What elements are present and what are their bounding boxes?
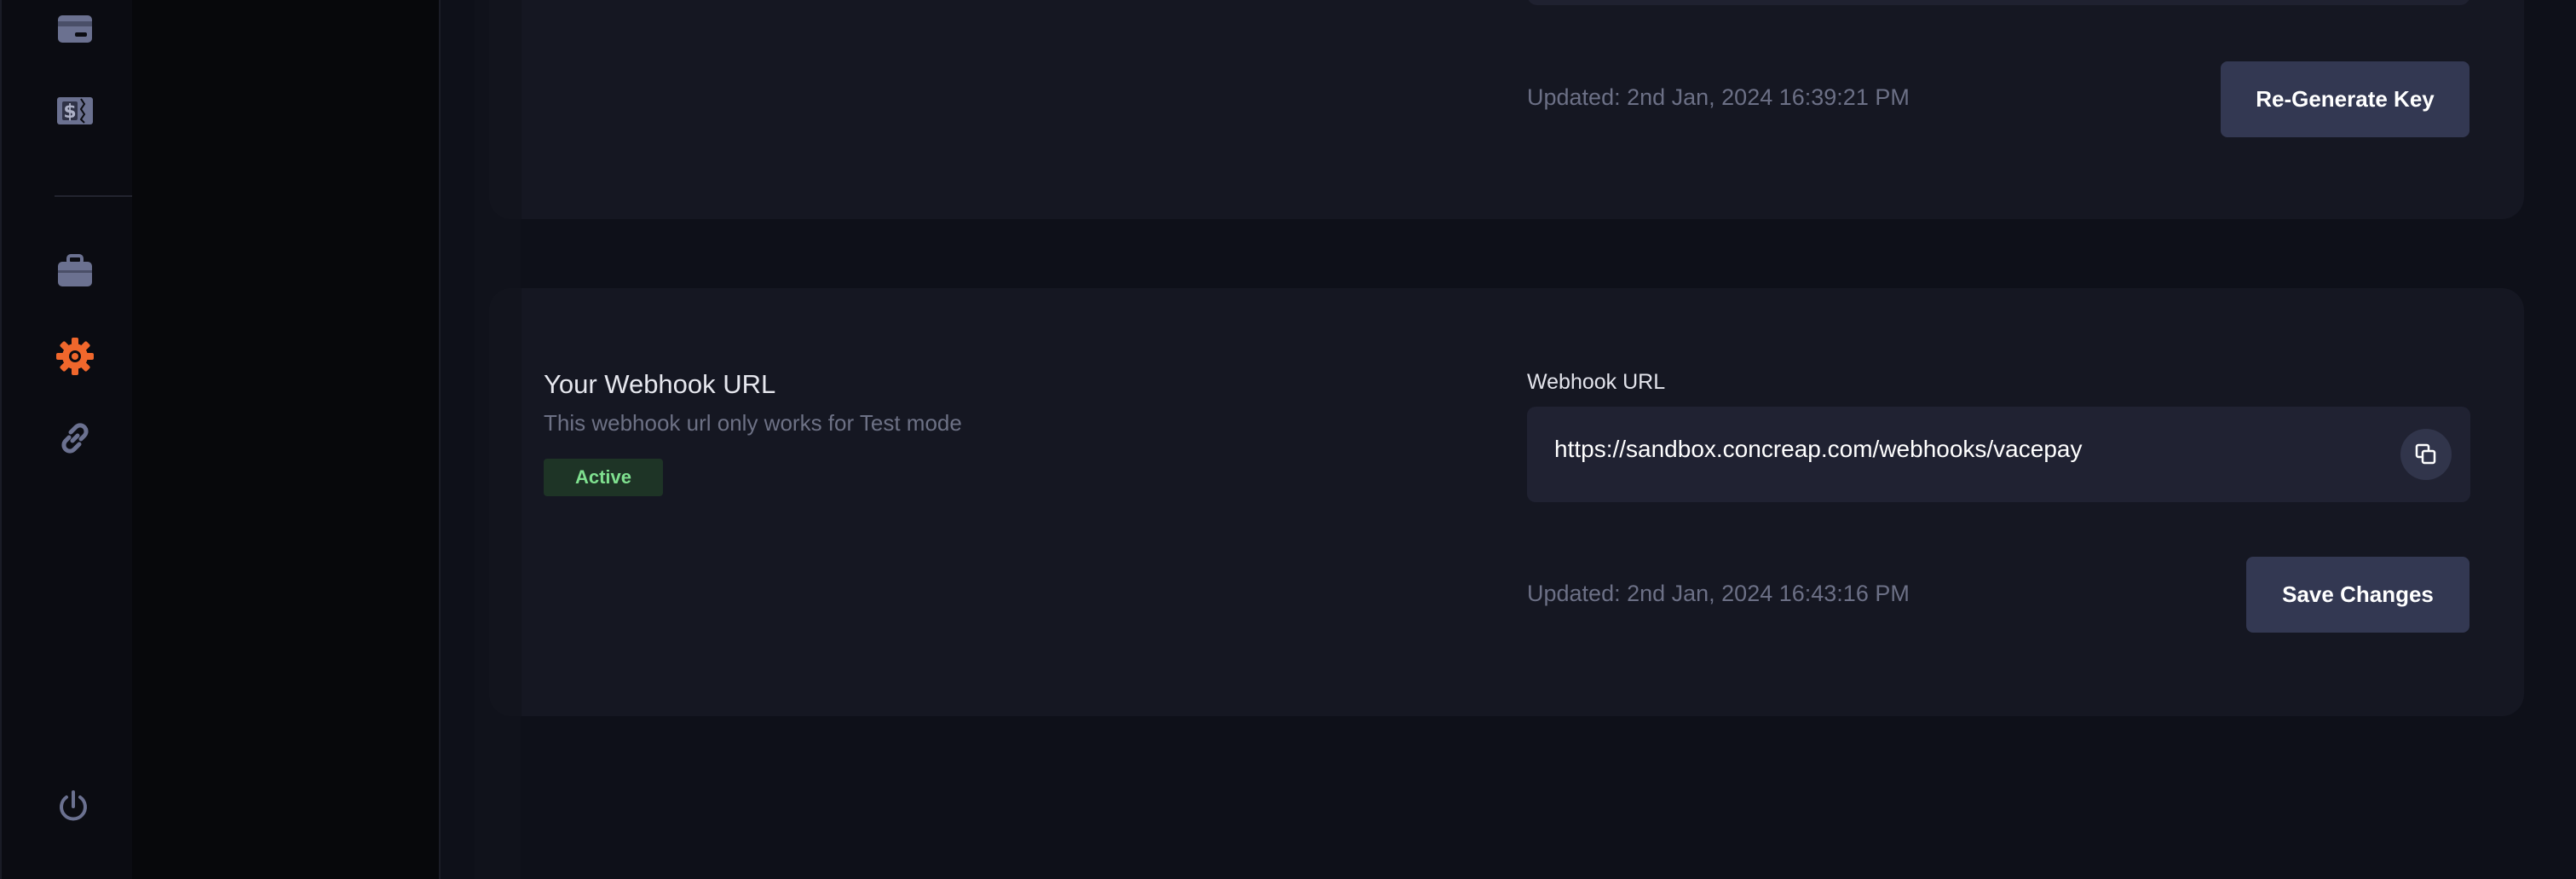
copy-url-button[interactable] [2400,429,2452,480]
svg-text:$: $ [63,101,76,123]
webhook-url-value[interactable]: https://sandbox.concreap.com/webhooks/va… [1554,436,2082,463]
rail-divider [55,195,133,197]
power-icon[interactable] [53,786,94,827]
status-badge: Active [544,459,663,496]
webhook-card [489,288,2524,716]
icon-rail: $ [0,0,134,879]
webhook-subtitle: This webhook url only works for Test mod… [544,410,962,436]
webhook-url-label: Webhook URL [1527,370,1666,394]
webhook-updated-text: Updated: 2nd Jan, 2024 16:43:16 PM [1527,581,1910,606]
api-key-field[interactable] [1527,0,2470,5]
dollar-bill-icon[interactable]: $ [55,90,95,131]
webhook-url-field[interactable]: https://sandbox.concreap.com/webhooks/va… [1527,407,2470,502]
app-window: $ Updated: 2nd Jan, 2024 16:39:21 PM Re-… [0,0,2576,879]
api-key-updated-text: Updated: 2nd Jan, 2024 16:39:21 PM [1527,84,1910,110]
briefcase-icon[interactable] [55,251,95,292]
api-key-card [489,0,2524,219]
save-changes-button[interactable]: Save Changes [2246,557,2469,633]
credit-card-icon[interactable] [55,9,95,49]
card-edge [489,0,522,219]
regenerate-key-button[interactable]: Re-Generate Key [2221,61,2469,137]
gear-icon[interactable] [55,336,95,377]
copy-icon [2415,443,2436,465]
card-edge [489,288,522,716]
secondary-sidebar [132,0,441,879]
link-icon[interactable] [55,418,95,459]
webhook-title: Your Webhook URL [544,369,776,399]
